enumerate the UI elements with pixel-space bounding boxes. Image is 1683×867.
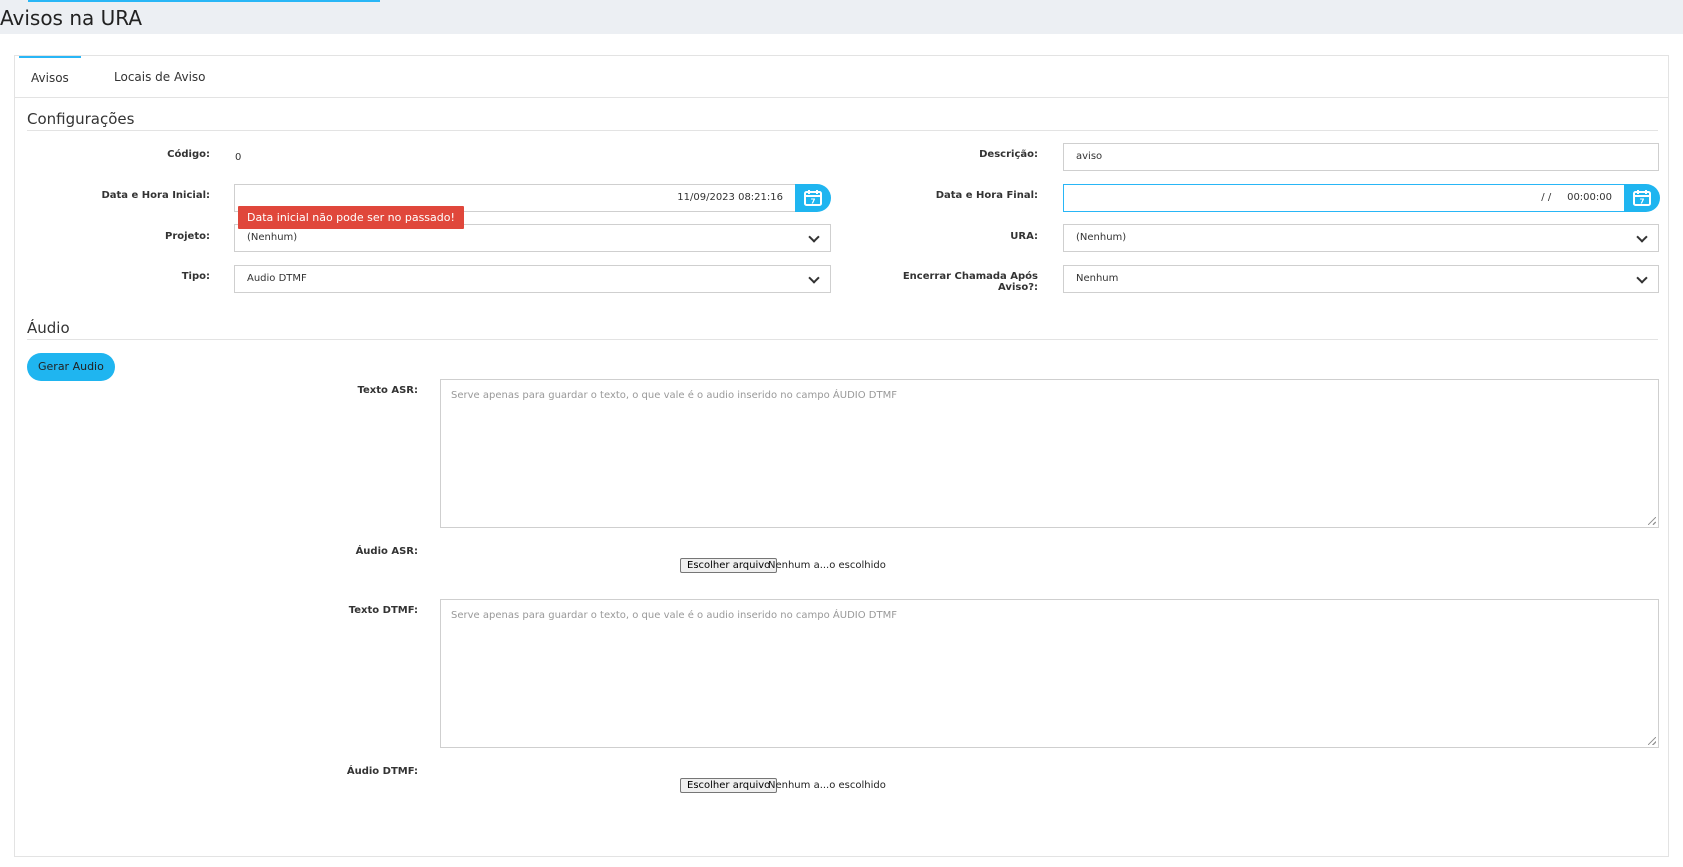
svg-text:7: 7 xyxy=(811,198,816,206)
data-final-label: Data e Hora Final: xyxy=(935,190,1038,201)
top-accent-line xyxy=(28,0,380,2)
audio-asr-file-button[interactable]: Escolher arquivo xyxy=(680,558,778,573)
top-bar xyxy=(0,0,1683,34)
tab-locais-de-aviso[interactable]: Locais de Aviso xyxy=(102,56,218,98)
audio-dtmf-file-status: Nenhum a...o escolhido xyxy=(768,780,886,791)
descricao-label: Descrição: xyxy=(979,149,1038,160)
gerar-audio-button[interactable]: Gerar Audio xyxy=(27,353,115,381)
ura-label: URA: xyxy=(1010,231,1038,242)
encerrar-selected-value: Nenhum xyxy=(1076,273,1119,284)
audio-asr-label: Áudio ASR: xyxy=(355,546,418,557)
texto-dtmf-label: Texto DTMF: xyxy=(348,605,418,616)
codigo-value: 0 xyxy=(235,152,242,163)
tipo-selected-value: Audio DTMF xyxy=(247,273,307,284)
tab-bar: Avisos Locais de Aviso xyxy=(15,56,1668,98)
projeto-label: Projeto: xyxy=(165,231,210,242)
texto-asr-label: Texto ASR: xyxy=(357,385,419,396)
error-tooltip: Data inicial não pode ser no passado! xyxy=(238,206,464,229)
svg-text:7: 7 xyxy=(1640,198,1645,206)
descricao-input[interactable]: aviso xyxy=(1063,143,1659,171)
section-configuracoes-title: Configurações xyxy=(27,110,1658,131)
data-inicial-calendar-button[interactable]: 7 xyxy=(795,184,831,212)
codigo-label: Código: xyxy=(167,149,210,160)
tab-avisos[interactable]: Avisos xyxy=(19,56,81,98)
projeto-selected-value: (Nenhum) xyxy=(247,232,298,243)
data-final-calendar-button[interactable]: 7 xyxy=(1624,184,1660,212)
texto-asr-textarea[interactable]: Serve apenas para guardar o texto, o que… xyxy=(440,379,1659,528)
audio-dtmf-file-button[interactable]: Escolher arquivo xyxy=(680,778,778,793)
ura-selected-value: (Nenhum) xyxy=(1076,232,1127,243)
audio-asr-file-status: Nenhum a...o escolhido xyxy=(768,560,886,571)
ura-select[interactable]: (Nenhum) xyxy=(1063,224,1659,252)
data-inicial-label: Data e Hora Inicial: xyxy=(101,190,210,201)
audio-dtmf-label: Áudio DTMF: xyxy=(346,766,418,777)
page-title: Avisos na URA xyxy=(0,6,143,30)
tipo-label: Tipo: xyxy=(181,271,210,282)
calendar-icon: 7 xyxy=(1633,190,1651,206)
data-final-input[interactable]: / / 00:00:00 xyxy=(1063,184,1625,212)
tipo-select[interactable]: Audio DTMF xyxy=(234,265,831,293)
encerrar-select[interactable]: Nenhum xyxy=(1063,265,1659,293)
encerrar-label: Encerrar Chamada Após Aviso?: xyxy=(902,271,1038,293)
calendar-icon: 7 xyxy=(804,190,822,206)
section-audio-title: Áudio xyxy=(27,319,1658,340)
texto-dtmf-textarea[interactable]: Serve apenas para guardar o texto, o que… xyxy=(440,599,1659,748)
